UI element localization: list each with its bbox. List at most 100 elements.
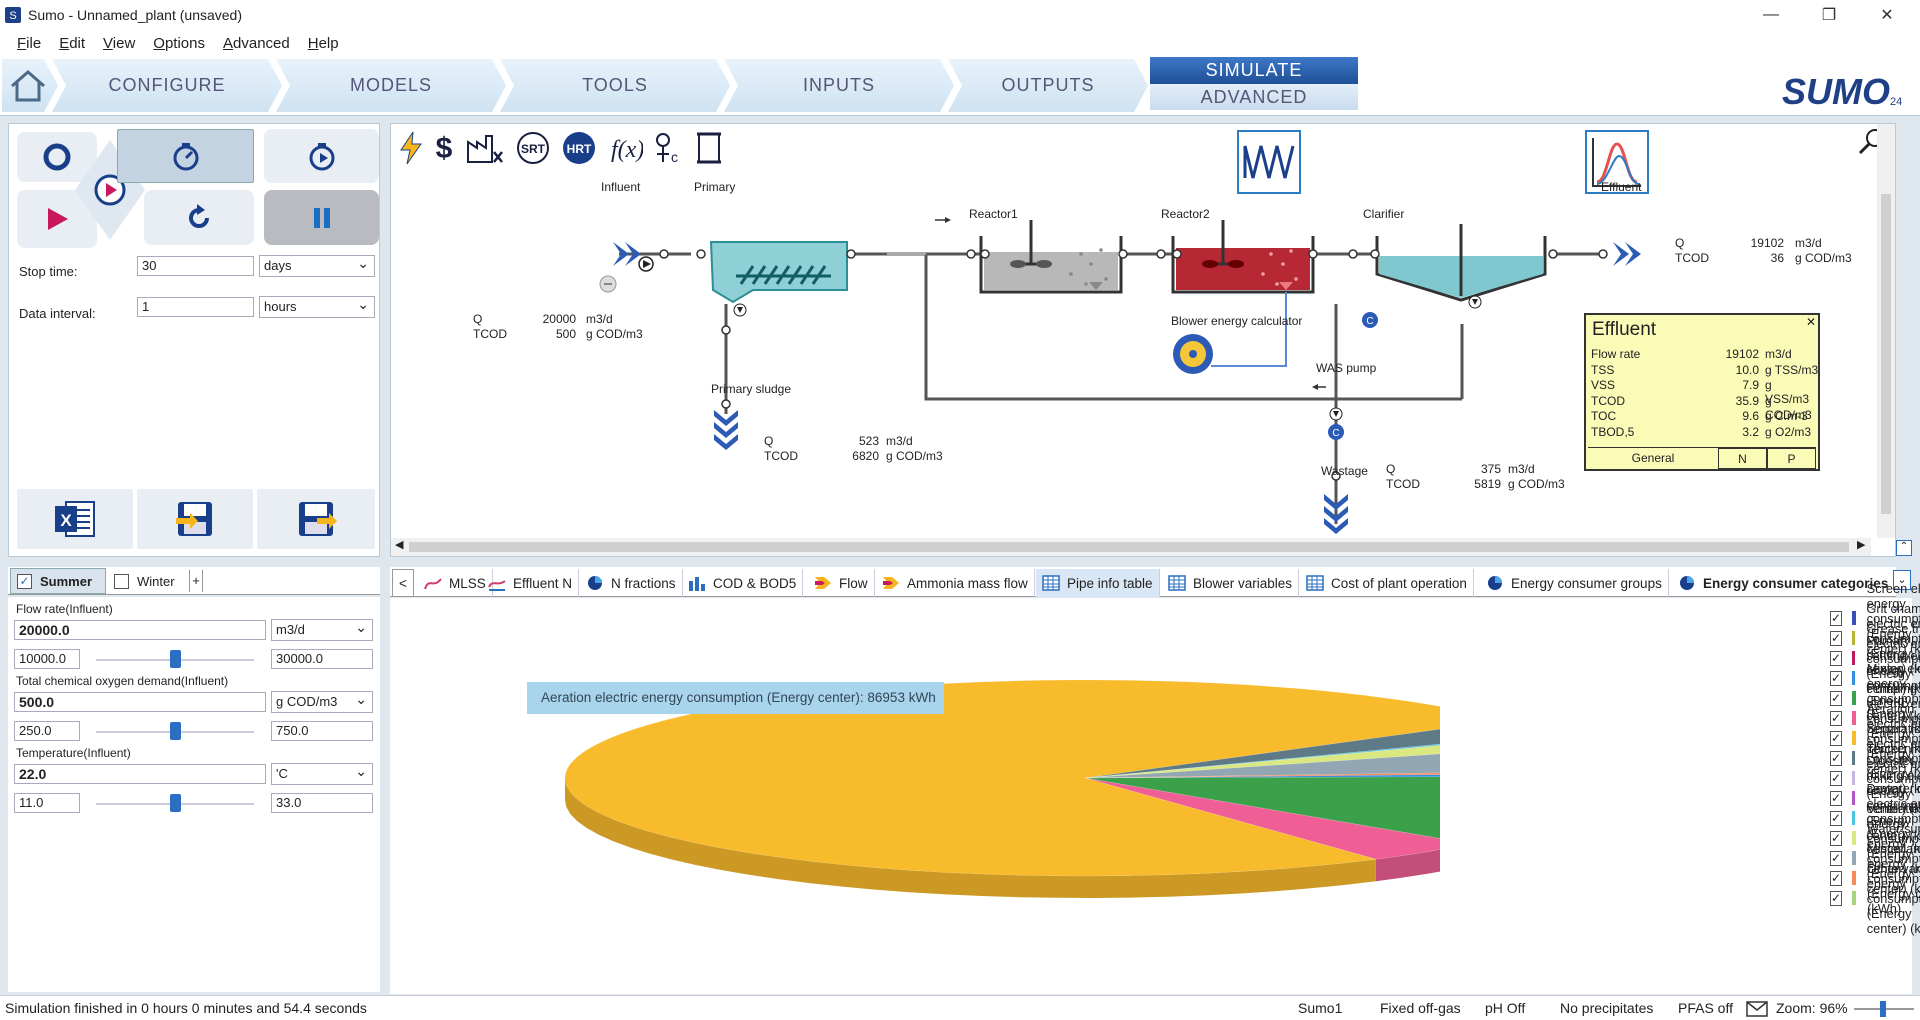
influent-label[interactable]: Influent — [601, 180, 640, 194]
export-excel-button[interactable]: X — [17, 489, 133, 549]
steady-state-button[interactable] — [117, 129, 254, 183]
data-interval-input[interactable]: 1 — [137, 297, 254, 317]
legend-checkbox[interactable]: ✓ — [1830, 830, 1843, 846]
param-min-input[interactable]: 10000.0 — [14, 649, 80, 669]
tab-advanced[interactable]: ADVANCED — [1150, 84, 1358, 110]
effluent-label[interactable]: Effluent — [1601, 180, 1641, 194]
blower-label[interactable]: Blower energy calculator — [1171, 314, 1302, 328]
data-interval-unit-select[interactable]: hours — [259, 294, 375, 318]
tab-energy-consumer-groups[interactable]: Energy consumer groups — [1480, 569, 1669, 597]
add-scenario-button[interactable]: + — [189, 570, 203, 592]
param-unit-select[interactable]: 'C — [271, 761, 373, 785]
minimize-button[interactable]: — — [1742, 0, 1800, 30]
param-unit-select[interactable]: g COD/m3 — [271, 689, 373, 713]
reactor2-label[interactable]: Reactor2 — [1161, 207, 1210, 221]
tab-p[interactable]: P — [1767, 448, 1816, 469]
tab-n[interactable]: N — [1718, 448, 1767, 469]
legend-checkbox[interactable]: ✓ — [1830, 770, 1843, 786]
scroll-left-icon[interactable]: ◀ — [395, 538, 403, 551]
tab-pipe-info-table[interactable]: Pipe info table — [1036, 569, 1160, 597]
menu-options[interactable]: Options — [153, 35, 205, 52]
legend-checkbox[interactable]: ✓ — [1830, 650, 1843, 666]
wastage-label[interactable]: Wastage — [1321, 464, 1368, 478]
primary-sludge-label[interactable]: Primary sludge — [711, 382, 791, 396]
scroll-thumb[interactable] — [409, 542, 1849, 552]
legend-item[interactable]: ✓ Other variable energy consumption (Ener… — [1830, 861, 1920, 936]
legend-checkbox[interactable]: ✓ — [1830, 850, 1843, 866]
scroll-right-icon[interactable]: ▶ — [1857, 538, 1865, 551]
menu-file[interactable]: File — [17, 35, 41, 52]
status-model[interactable]: Sumo1 — [1298, 1000, 1342, 1016]
save-state-button[interactable] — [257, 489, 375, 549]
param-max-input[interactable]: 750.0 — [271, 721, 373, 741]
vertical-scrollbar[interactable] — [1877, 124, 1895, 538]
menu-edit[interactable]: Edit — [59, 35, 85, 52]
status-precipitates[interactable]: No precipitates — [1560, 1000, 1653, 1016]
param-max-input[interactable]: 30000.0 — [271, 649, 373, 669]
tab-n-fractions[interactable]: N fractions — [580, 569, 683, 597]
legend-checkbox[interactable]: ✓ — [1830, 710, 1843, 726]
tab-models[interactable]: MODELS — [276, 59, 506, 112]
legend-checkbox[interactable]: ✓ — [1830, 870, 1843, 886]
legend-checkbox[interactable]: ✓ — [1830, 610, 1843, 626]
param-min-input[interactable]: 11.0 — [14, 793, 80, 813]
close-icon[interactable]: ✕ — [1806, 315, 1816, 329]
stop-time-input[interactable]: 30 — [137, 256, 254, 276]
status-ph[interactable]: pH Off — [1485, 1000, 1525, 1016]
param-unit-select[interactable]: m3/d — [271, 617, 373, 641]
tab-cost-of-plant-operation[interactable]: Cost of plant operation — [1300, 569, 1474, 597]
param-min-input[interactable]: 250.0 — [14, 721, 80, 741]
tab-outputs[interactable]: OUTPUTS — [948, 59, 1148, 112]
load-state-button[interactable] — [137, 489, 253, 549]
tab-cod-bod5[interactable]: COD & BOD5 — [682, 569, 804, 597]
clarifier-label[interactable]: Clarifier — [1363, 207, 1404, 221]
zoom-slider-thumb[interactable] — [1880, 1001, 1886, 1017]
menu-advanced[interactable]: Advanced — [223, 35, 290, 52]
legend-checkbox[interactable]: ✓ — [1830, 750, 1843, 766]
tab-general[interactable]: General — [1588, 448, 1718, 469]
reactor1-label[interactable]: Reactor1 — [969, 207, 1018, 221]
slider-thumb[interactable] — [170, 650, 181, 668]
menu-view[interactable]: View — [103, 35, 135, 52]
collapse-up-icon[interactable]: ⌃ — [1896, 540, 1912, 556]
tabs-scroll-left-button[interactable]: < — [392, 569, 414, 597]
primary-label[interactable]: Primary — [694, 180, 735, 194]
menu-help[interactable]: Help — [308, 35, 339, 52]
status-pfas[interactable]: PFAS off — [1678, 1000, 1733, 1016]
pause-button[interactable] — [264, 190, 379, 245]
legend-checkbox[interactable]: ✓ — [1830, 670, 1843, 686]
scroll-thumb[interactable] — [1881, 194, 1891, 514]
dynamic-run-button[interactable] — [264, 129, 379, 183]
tab-flow[interactable]: Flow — [808, 569, 875, 597]
slider-thumb[interactable] — [170, 722, 181, 740]
param-max-input[interactable]: 33.0 — [271, 793, 373, 813]
scenario-tab-winter[interactable]: Winter — [108, 568, 188, 594]
home-button[interactable] — [2, 59, 58, 112]
tab-configure[interactable]: CONFIGURE — [52, 59, 282, 112]
was-pump-label[interactable]: WAS pump — [1316, 361, 1376, 375]
stop-time-unit-select[interactable]: days — [259, 253, 375, 277]
legend-checkbox[interactable]: ✓ — [1830, 690, 1843, 706]
stop-button[interactable] — [17, 132, 97, 182]
tab-inputs[interactable]: INPUTS — [724, 59, 954, 112]
legend-checkbox[interactable]: ✓ — [1830, 810, 1843, 826]
restore-button[interactable]: ❐ — [1800, 0, 1858, 30]
status-offgas[interactable]: Fixed off-gas — [1380, 1000, 1461, 1016]
legend-checkbox[interactable]: ✓ — [1830, 890, 1843, 906]
tab-ammonia-mass-flow[interactable]: Ammonia mass flow — [876, 569, 1035, 597]
horizontal-scrollbar[interactable]: ◀ ▶ — [391, 538, 1871, 556]
mail-icon[interactable] — [1746, 1001, 1768, 1017]
slider-thumb[interactable] — [170, 794, 181, 812]
legend-checkbox[interactable]: ✓ — [1830, 730, 1843, 746]
tab-energy-consumer-categories[interactable]: Energy consumer categories — [1672, 569, 1894, 597]
reset-button[interactable] — [144, 190, 254, 245]
param-value-input[interactable]: 20000.0 — [14, 620, 266, 640]
legend-checkbox[interactable]: ✓ — [1830, 630, 1843, 646]
legend-checkbox[interactable]: ✓ — [1830, 790, 1843, 806]
param-value-input[interactable]: 22.0 — [14, 764, 266, 784]
tab-blower-variables[interactable]: Blower variables — [1162, 569, 1300, 597]
tab-effluent-n[interactable]: Effluent N — [482, 569, 580, 597]
param-value-input[interactable]: 500.0 — [14, 692, 266, 712]
scenario-tab-summer[interactable]: ✓ Summer — [10, 568, 106, 594]
close-button[interactable]: ✕ — [1858, 0, 1916, 30]
